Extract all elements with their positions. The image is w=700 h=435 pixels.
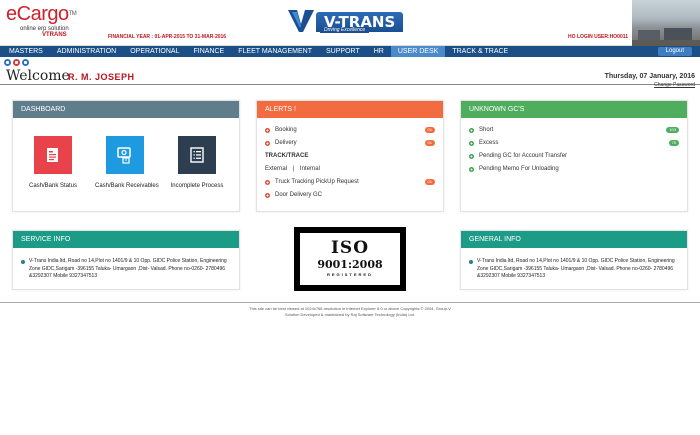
main-nav: MASTERS ADMINISTRATION OPERATIONAL FINAN…	[0, 46, 700, 57]
bullet-icon	[265, 141, 270, 146]
alerts-panel: ALERTS ! Booking 01 Delivery 01 TRACK/TR…	[256, 100, 444, 212]
bullet-icon	[469, 167, 474, 172]
alert-truck-tracking[interactable]: Truck Tracking PickUp Request 01	[265, 176, 443, 189]
header-photo	[632, 0, 700, 46]
cash-bank-receivables-label: Cash/Bank Receivables	[95, 183, 159, 189]
service-info-panel: SERVICE INFO V-Trans India ltd, Road no …	[12, 230, 240, 290]
iso-title: ISO	[330, 238, 370, 258]
alert-truck-tracking-label: Truck Tracking PickUp Request	[275, 179, 359, 185]
current-date: Thursday, 07 January, 2016	[604, 73, 695, 80]
nav-hr[interactable]: HR	[367, 46, 391, 57]
alert-door-delivery[interactable]: Door Delivery GC	[265, 189, 443, 202]
track-links: External | Internal	[265, 163, 443, 176]
external-link[interactable]: External	[265, 166, 287, 172]
user-name: R. M. JOSEPH	[68, 72, 135, 82]
unknown-gc-panel: UNKNOWN GC'S Short 103 Excess 75 Pending…	[460, 100, 688, 212]
cash-bank-status-label: Cash/Bank Status	[28, 183, 78, 189]
track-separator: |	[292, 166, 295, 172]
ecargo-logo[interactable]: eCargoTM online erp solution VTRANS	[6, 3, 77, 38]
nav-masters[interactable]: MASTERS	[2, 46, 50, 57]
logout-button[interactable]: Logout	[657, 47, 692, 56]
cash-bank-status-tile[interactable]: Cash/Bank Status	[23, 136, 83, 189]
unknown-short-count: 103	[666, 127, 679, 133]
bullet-icon	[265, 180, 270, 185]
dashboard-title: DASHBOARD	[13, 101, 239, 118]
nav-support[interactable]: SUPPORT	[319, 46, 367, 57]
pending-memo-unloading-label: Pending Memo For Unloading	[479, 166, 559, 172]
unknown-gc-title: UNKNOWN GC'S	[461, 101, 687, 118]
welcome-label: Welcome	[6, 68, 70, 84]
general-info-title: GENERAL INFO	[461, 231, 687, 248]
alert-booking[interactable]: Booking 01	[265, 124, 443, 137]
iso-standard: 9001:2008	[317, 258, 383, 271]
logo-tm: TM	[68, 11, 77, 17]
alert-door-delivery-label: Door Delivery GC	[275, 192, 323, 198]
alert-booking-count: 01	[424, 127, 435, 133]
pending-memo-unloading[interactable]: Pending Memo For Unloading	[469, 163, 687, 176]
footer-line-2: Solution Developed & maintained by Raj S…	[284, 311, 415, 317]
service-info-title: SERVICE INFO	[13, 231, 239, 248]
list-icon	[178, 136, 216, 174]
iso-registered: REGISTERED	[326, 272, 373, 277]
quick-link-blue-icon[interactable]	[4, 58, 11, 66]
bullet-icon	[469, 128, 474, 133]
quick-link-red-icon[interactable]	[13, 58, 20, 66]
quick-icons	[0, 57, 700, 67]
bullet-icon	[265, 193, 270, 198]
change-password-link[interactable]: Change Password	[654, 82, 695, 88]
footer: This site can be best viewed at 1024x768…	[0, 302, 700, 317]
unknown-short-label: Short	[479, 127, 494, 133]
bullet-icon	[265, 128, 270, 133]
pending-gc-transfer[interactable]: Pending GC for Account Transfer	[469, 150, 687, 163]
bullet-icon	[21, 260, 25, 264]
cash-bank-receivables-tile[interactable]: Cash/Bank Receivables	[95, 136, 159, 189]
alert-delivery-label: Delivery	[275, 140, 297, 146]
welcome-bar: Welcome R. M. JOSEPH Thursday, 07 Januar…	[0, 67, 700, 88]
nav-administration[interactable]: ADMINISTRATION	[50, 46, 123, 57]
logo-sub: VTRANS	[42, 32, 67, 38]
unknown-excess-label: Excess	[479, 140, 499, 146]
unknown-short[interactable]: Short 103	[469, 124, 687, 137]
nav-operational[interactable]: OPERATIONAL	[123, 46, 186, 57]
alerts-title: ALERTS !	[257, 101, 443, 118]
unknown-excess-count: 75	[668, 140, 679, 146]
service-info-text: V-Trans India ltd, Road no 14,Plot no 14…	[29, 258, 227, 279]
alert-delivery[interactable]: Delivery 01	[265, 137, 443, 150]
document-icon	[34, 136, 72, 174]
dashboard-panel: DASHBOARD Cash/Bank Status Cash/Bank Rec…	[12, 100, 240, 212]
logo-text: eCargo	[6, 3, 69, 25]
login-user: HO LOGIN USER:HO0011	[568, 34, 629, 40]
quick-link-blue2-icon[interactable]	[22, 58, 29, 66]
general-info-panel: GENERAL INFO V-Trans India ltd, Road no …	[460, 230, 688, 290]
iso-certification-badge: ISO 9001:2008 REGISTERED	[294, 227, 406, 291]
nav-user-desk[interactable]: USER DESK	[390, 46, 446, 57]
general-info-text: V-Trans India ltd, Road no 14,Plot no 14…	[477, 258, 675, 279]
pending-gc-transfer-label: Pending GC for Account Transfer	[479, 153, 568, 159]
nav-fleet-management[interactable]: FLEET MANAGEMENT	[231, 46, 319, 57]
incomplete-process-tile[interactable]: Incomplete Process	[167, 136, 227, 189]
unknown-excess[interactable]: Excess 75	[469, 137, 687, 150]
alert-booking-label: Booking	[275, 127, 297, 133]
alert-delivery-count: 01	[424, 140, 435, 146]
vtrans-tagline: Driving Excellence	[320, 27, 370, 33]
bullet-icon	[469, 260, 473, 264]
incomplete-process-label: Incomplete Process	[170, 183, 224, 189]
bullet-icon	[469, 154, 474, 159]
header: eCargoTM online erp solution VTRANS FINA…	[0, 0, 700, 46]
financial-year: FINANCIAL YEAR : 01-APR-2015 TO 31-MAR-2…	[108, 34, 227, 40]
vtrans-mark-icon	[288, 6, 314, 32]
internal-link[interactable]: Internal	[300, 166, 320, 172]
nav-track-trace[interactable]: TRACK & TRACE	[445, 46, 515, 57]
alert-truck-tracking-count: 01	[424, 179, 435, 185]
track-trace-heading: TRACK/TRACE	[265, 153, 309, 159]
receivables-icon	[106, 136, 144, 174]
bullet-icon	[469, 141, 474, 146]
nav-finance[interactable]: FINANCE	[187, 46, 232, 57]
